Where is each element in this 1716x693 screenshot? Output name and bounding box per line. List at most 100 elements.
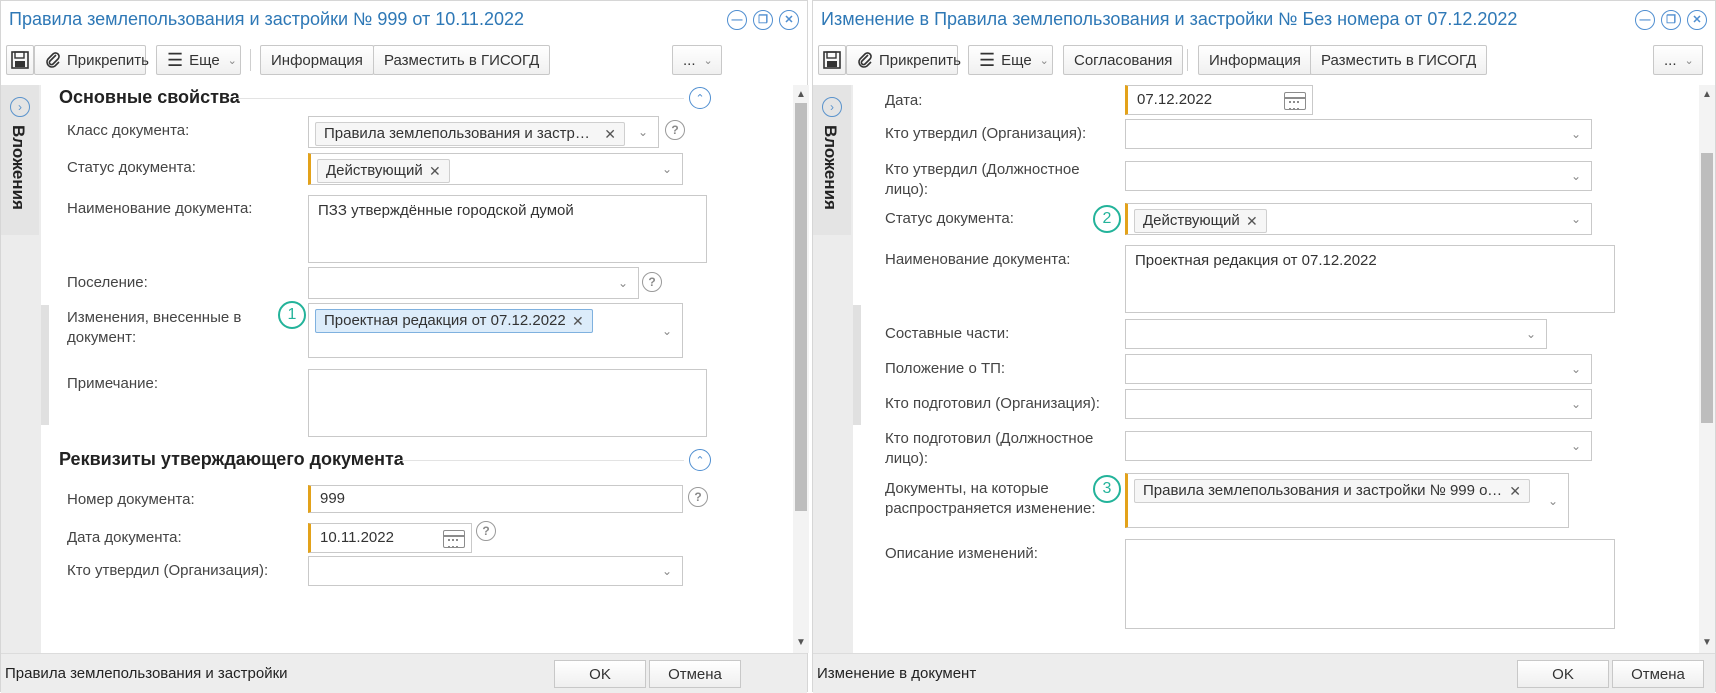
help-icon[interactable]: ?: [476, 521, 496, 541]
minimize-icon[interactable]: —: [727, 10, 747, 30]
collapse-section-icon[interactable]: ⌃: [689, 449, 711, 471]
doc-name-value: Проектная редакция от 07.12.2022: [1135, 252, 1377, 269]
prepared-org-field[interactable]: ⌄: [1125, 389, 1592, 419]
doc-class-field[interactable]: Правила землепользования и застро… ✕ ⌄: [308, 116, 659, 148]
doc-date-input[interactable]: 10.11.2022: [308, 523, 472, 553]
chevron-down-icon: ⌄: [1684, 54, 1694, 67]
status-field[interactable]: Действующий ✕ ⌄: [308, 153, 683, 185]
callout-marker-2: 2: [1093, 205, 1121, 233]
more-button[interactable]: ☰ Еще ⌄: [156, 45, 241, 75]
section-title-main: Основные свойства: [59, 87, 240, 107]
remove-chip-icon[interactable]: ✕: [572, 310, 584, 332]
doc-name-value: ПЗЗ утверждённые городской думой: [318, 202, 574, 219]
approved-org-field[interactable]: ⌄: [308, 556, 683, 586]
chevron-down-icon[interactable]: ⌄: [1571, 126, 1581, 142]
panel-resize-handle[interactable]: [41, 305, 49, 425]
right-window-title: Изменение в Правила землепользования и з…: [821, 9, 1518, 29]
tp-position-field[interactable]: ⌄: [1125, 354, 1592, 384]
description-label: Описание изменений:: [885, 545, 1038, 562]
remove-chip-icon[interactable]: ✕: [1246, 210, 1258, 232]
expand-icon[interactable]: ›: [822, 97, 842, 117]
restore-icon[interactable]: ❐: [1661, 10, 1681, 30]
chevron-down-icon[interactable]: ⌄: [1526, 326, 1536, 342]
minimize-icon[interactable]: —: [1635, 10, 1655, 30]
info-button[interactable]: Информация: [1198, 45, 1312, 75]
chevron-down-icon[interactable]: ⌄: [1571, 168, 1581, 184]
chevron-down-icon[interactable]: ⌄: [1571, 396, 1581, 412]
help-icon[interactable]: ?: [665, 120, 685, 140]
status-value: Действующий: [1143, 212, 1240, 229]
attach-button[interactable]: Прикрепить: [846, 45, 961, 75]
scroll-up-icon[interactable]: ▲: [796, 89, 806, 100]
more-label: Еще: [1001, 51, 1032, 69]
left-window-title: Правила землепользования и застройки № 9…: [9, 9, 524, 29]
close-icon[interactable]: ✕: [1687, 10, 1707, 30]
calendar-icon[interactable]: [1284, 92, 1306, 110]
note-textarea[interactable]: [308, 369, 707, 437]
approvals-button[interactable]: Согласования: [1063, 45, 1184, 75]
save-button[interactable]: [6, 45, 34, 75]
chevron-down-icon[interactable]: ⌄: [638, 124, 648, 140]
prepared-person-field[interactable]: ⌄: [1125, 431, 1592, 461]
chevron-down-icon[interactable]: ⌄: [1571, 438, 1581, 454]
help-icon[interactable]: ?: [688, 487, 708, 507]
place-gisogd-button[interactable]: Разместить в ГИСОГД: [1310, 45, 1488, 75]
scroll-down-icon[interactable]: ▼: [796, 637, 806, 648]
doc-number-input[interactable]: 999: [308, 485, 683, 513]
close-icon[interactable]: ✕: [779, 10, 799, 30]
expand-icon[interactable]: ›: [10, 97, 30, 117]
more-actions-button[interactable]: ... ⌄: [1653, 45, 1703, 75]
doc-date-value: 10.11.2022: [320, 529, 394, 546]
chevron-down-icon[interactable]: ⌄: [618, 275, 628, 291]
doc-name-textarea[interactable]: ПЗЗ утверждённые городской думой: [308, 195, 707, 263]
cancel-button[interactable]: Отмена: [1612, 660, 1704, 688]
chevron-down-icon[interactable]: ⌄: [1548, 493, 1558, 509]
chevron-down-icon[interactable]: ⌄: [662, 323, 672, 339]
remove-chip-icon[interactable]: ✕: [1509, 480, 1521, 502]
status-field[interactable]: Действующий ✕ ⌄: [1125, 203, 1592, 235]
doc-name-textarea[interactable]: Проектная редакция от 07.12.2022: [1125, 245, 1615, 313]
panel-resize-handle[interactable]: [853, 305, 861, 425]
scroll-up-icon[interactable]: ▲: [1702, 89, 1712, 100]
attach-button[interactable]: Прикрепить: [34, 45, 149, 75]
attach-label: Прикрепить: [879, 51, 961, 69]
scrollbar-thumb[interactable]: [1701, 153, 1713, 423]
attachments-tab[interactable]: › Вложения: [1, 85, 39, 235]
left-form-window: Правила землепользования и застройки № 9…: [0, 0, 809, 693]
remove-chip-icon[interactable]: ✕: [604, 123, 616, 145]
ok-button[interactable]: OK: [554, 660, 646, 688]
right-scrollbar[interactable]: ▲ ▼: [1699, 85, 1715, 653]
left-footer: Правила землепользования и застройки OK …: [1, 653, 807, 693]
more-actions-button[interactable]: ... ⌄: [672, 45, 722, 75]
more-button[interactable]: ☰ Еще ⌄: [968, 45, 1053, 75]
date-input[interactable]: 07.12.2022: [1125, 85, 1313, 115]
attachments-tab[interactable]: › Вложения: [813, 85, 851, 235]
doc-date-label: Дата документа:: [67, 529, 182, 546]
approved-person-field[interactable]: ⌄: [1125, 161, 1592, 191]
scroll-down-icon[interactable]: ▼: [1702, 637, 1712, 648]
chevron-down-icon[interactable]: ⌄: [662, 161, 672, 177]
remove-chip-icon[interactable]: ✕: [429, 160, 441, 182]
left-scrollbar[interactable]: ▲ ▼: [793, 85, 809, 653]
parts-field[interactable]: ⌄: [1125, 319, 1547, 349]
restore-icon[interactable]: ❐: [753, 10, 773, 30]
chevron-down-icon[interactable]: ⌄: [1571, 361, 1581, 377]
chevron-down-icon[interactable]: ⌄: [662, 563, 672, 579]
scrollbar-thumb[interactable]: [795, 103, 807, 511]
chevron-down-icon[interactable]: ⌄: [1571, 211, 1581, 227]
save-button[interactable]: [818, 45, 846, 75]
settlement-field[interactable]: ⌄: [308, 267, 639, 299]
approved-org-field[interactable]: ⌄: [1125, 119, 1592, 149]
description-textarea[interactable]: [1125, 539, 1615, 629]
help-icon[interactable]: ?: [642, 272, 662, 292]
applies-to-field[interactable]: Правила землепользования и застройки № 9…: [1125, 473, 1569, 528]
changes-field[interactable]: Проектная редакция от 07.12.2022 ✕ ⌄: [308, 303, 683, 358]
callout-marker-1: 1: [278, 301, 306, 329]
cancel-button[interactable]: Отмена: [649, 660, 741, 688]
applies-to-chip: Правила землепользования и застройки № 9…: [1134, 479, 1530, 503]
collapse-section-icon[interactable]: ⌃: [689, 87, 711, 109]
place-gisogd-button[interactable]: Разместить в ГИСОГД: [373, 45, 551, 75]
calendar-icon[interactable]: [443, 530, 465, 548]
ok-button[interactable]: OK: [1517, 660, 1609, 688]
info-button[interactable]: Информация: [260, 45, 374, 75]
